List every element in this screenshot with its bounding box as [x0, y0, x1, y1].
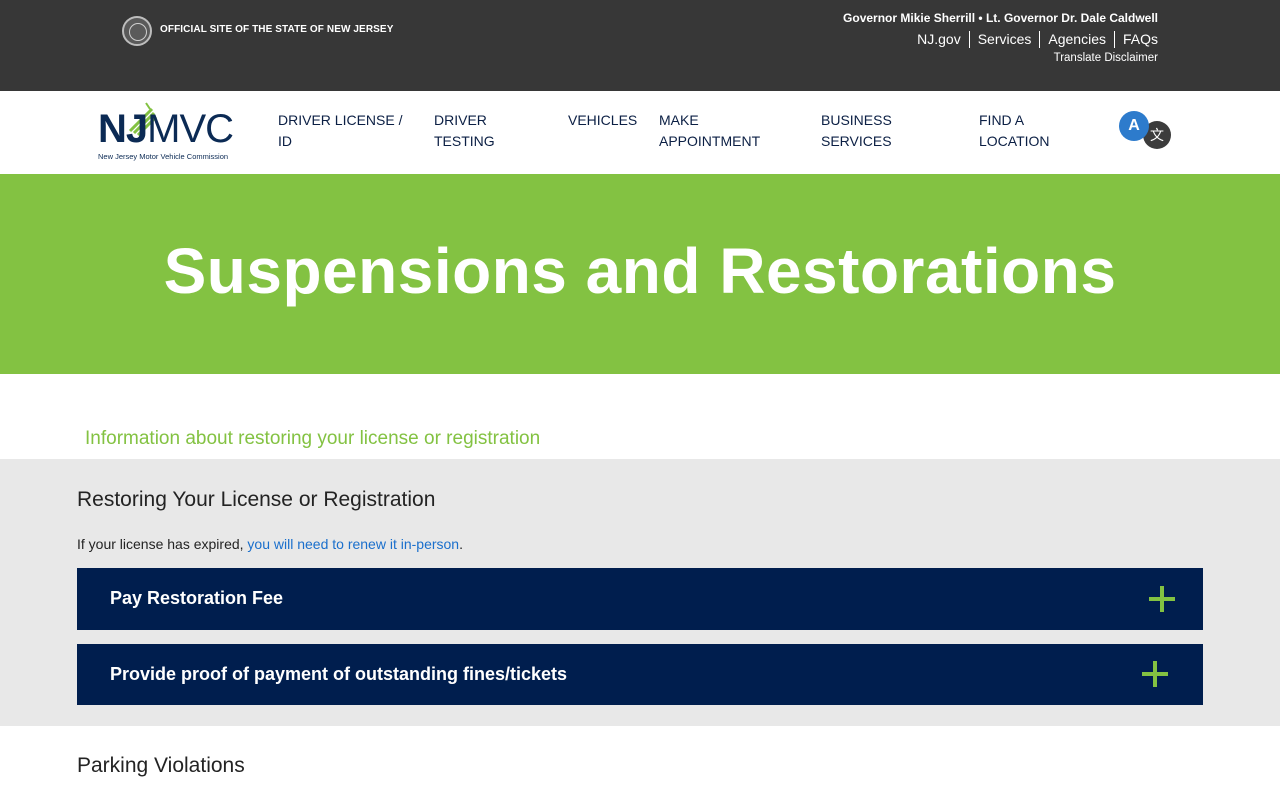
hero-banner: Suspensions and Restorations — [0, 174, 1280, 374]
restoring-section: Restoring Your License or Registration I… — [0, 459, 1280, 726]
nav-label-line: APPOINTMENT — [659, 133, 761, 149]
state-link-services[interactable]: Services — [968, 31, 1040, 48]
page-title: Suspensions and Restorations — [163, 235, 1117, 307]
accordion-proof-of-payment[interactable]: Provide proof of payment of outstanding … — [77, 644, 1203, 705]
state-link-faqs[interactable]: FAQs — [1113, 31, 1158, 48]
nav-driver-license[interactable]: DRIVER LICENSE / ID — [278, 110, 402, 152]
nav-label-line: SERVICES — [821, 133, 892, 149]
accordion-label: Provide proof of payment of outstanding … — [110, 664, 568, 684]
nav-make-appointment[interactable]: MAKE APPOINTMENT — [659, 110, 760, 152]
logo-suffix: MVC — [147, 107, 234, 151]
restoring-text: If your license has expired, you will ne… — [77, 536, 463, 552]
nav-label-line: LOCATION — [979, 133, 1050, 149]
nav-label-line: TESTING — [434, 133, 495, 149]
nav-driver-testing[interactable]: DRIVER TESTING — [434, 110, 495, 152]
restoring-text-before: If your license has expired, — [77, 536, 248, 552]
njmvc-logo[interactable]: NJMVC New Jersey Motor Vehicle Commissio… — [98, 101, 244, 163]
translate-disclaimer-link[interactable]: Translate Disclaimer — [1054, 52, 1158, 64]
nav-label-line: VEHICLES — [568, 112, 638, 128]
nav-label-line: DRIVER LICENSE / — [278, 112, 403, 128]
logo-tagline: New Jersey Motor Vehicle Commission — [98, 152, 229, 161]
state-link-njgov[interactable]: NJ.gov — [909, 31, 969, 48]
renew-in-person-link[interactable]: you will need to renew it in-person — [247, 536, 459, 552]
expand-plus-icon[interactable] — [1142, 661, 1168, 687]
official-site-label: OFFICIAL SITE OF THE STATE OF NEW JERSEY — [160, 24, 394, 35]
intro-subtitle: Information about restoring your license… — [85, 428, 541, 449]
main-navigation: NJMVC New Jersey Motor Vehicle Commissio… — [0, 91, 1280, 174]
restoring-text-after: . — [459, 536, 463, 552]
restoring-title: Restoring Your License or Registration — [77, 488, 436, 511]
parking-violations-title: Parking Violations — [77, 754, 245, 777]
state-header-bar: OFFICIAL SITE OF THE STATE OF NEW JERSEY… — [0, 0, 1280, 91]
translate-bubble-latin: A — [1119, 111, 1149, 141]
accordion-pay-restoration-fee[interactable]: Pay Restoration Fee — [77, 568, 1203, 630]
expand-plus-icon[interactable] — [1149, 586, 1175, 612]
nav-business-services[interactable]: BUSINESS SERVICES — [821, 110, 892, 152]
governor-names: Governor Mikie Sherrill • Lt. Governor D… — [843, 11, 1158, 25]
logo-wordmark: NJMVC — [98, 107, 234, 152]
nav-label-line: DRIVER — [434, 112, 487, 128]
nav-label-line: MAKE — [659, 112, 699, 128]
logo-prefix: NJ — [98, 107, 148, 151]
nav-vehicles[interactable]: VEHICLES — [568, 110, 637, 131]
nav-label-line: BUSINESS — [821, 112, 892, 128]
accordion-label: Pay Restoration Fee — [110, 588, 284, 608]
nav-label-line: FIND A — [979, 112, 1025, 128]
nav-find-location[interactable]: FIND A LOCATION — [979, 110, 1050, 152]
state-links: NJ.gov Services Agencies FAQs — [909, 31, 1158, 48]
state-link-agencies[interactable]: Agencies — [1039, 31, 1114, 48]
nj-state-seal-icon — [122, 16, 152, 46]
translate-icon[interactable]: 文 A — [1119, 111, 1171, 151]
nav-label-line: ID — [278, 133, 292, 149]
